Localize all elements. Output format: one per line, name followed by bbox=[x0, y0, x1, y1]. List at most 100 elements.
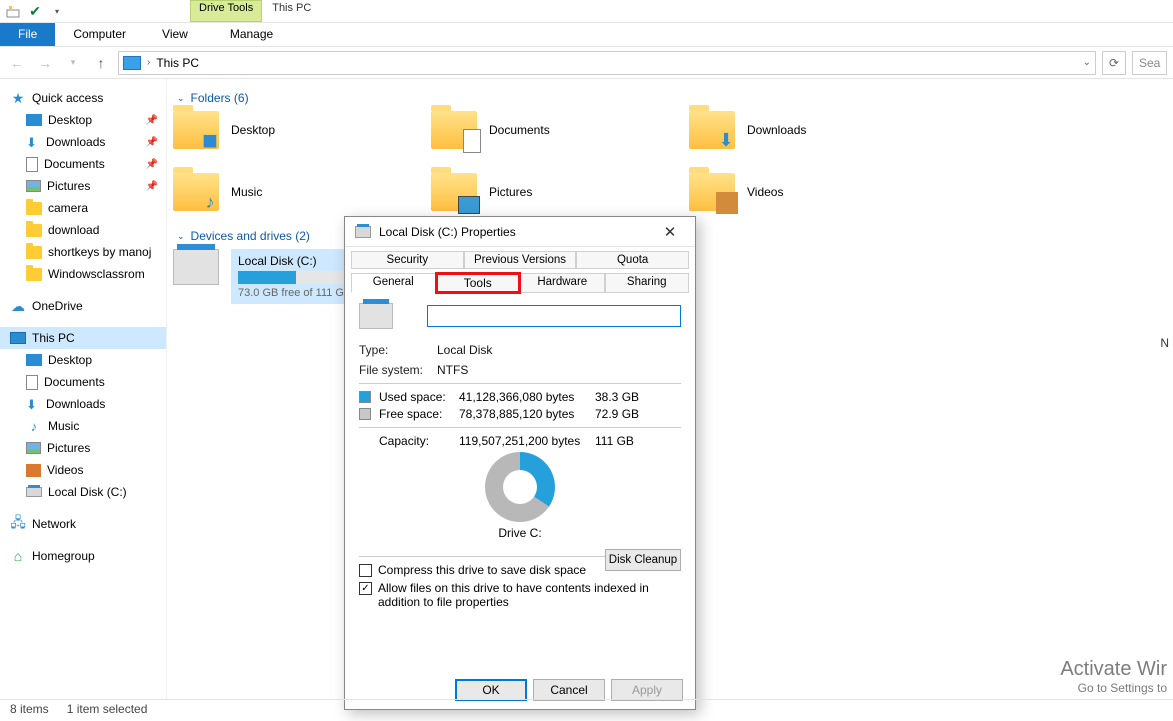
tab-hardware[interactable]: Hardware bbox=[520, 273, 605, 293]
sidebar-download-folder[interactable]: download bbox=[0, 219, 166, 241]
tab-computer[interactable]: Computer bbox=[55, 23, 144, 46]
forward-button[interactable]: → bbox=[34, 52, 56, 74]
qat-properties-icon[interactable] bbox=[4, 2, 22, 20]
ok-button[interactable]: OK bbox=[455, 679, 527, 701]
value-filesystem: NTFS bbox=[437, 363, 468, 377]
folder-icon: ♪ bbox=[173, 173, 219, 211]
sidebar-label: Windowsclassrom bbox=[48, 267, 145, 281]
tab-file[interactable]: File bbox=[0, 23, 55, 46]
back-button[interactable]: ← bbox=[6, 52, 28, 74]
folder-music[interactable]: ♪Music bbox=[173, 173, 431, 211]
folder-icon bbox=[689, 173, 735, 211]
chevron-down-icon[interactable]: ⌄ bbox=[1083, 57, 1091, 68]
gb-value: 38.3 GB bbox=[595, 390, 655, 404]
address-segment[interactable]: This PC bbox=[156, 56, 199, 70]
sidebar-label: camera bbox=[48, 201, 88, 215]
sidebar-network[interactable]: 🖧Network bbox=[0, 513, 166, 535]
sidebar-shortkeys[interactable]: shortkeys by manoj bbox=[0, 241, 166, 263]
contextual-tab-drive-tools[interactable]: Drive Tools bbox=[190, 0, 262, 22]
divider bbox=[359, 383, 681, 384]
sidebar-pc-music[interactable]: ♪Music bbox=[0, 415, 166, 437]
label: Used space: bbox=[379, 390, 446, 404]
disk-cleanup-button[interactable]: Disk Cleanup bbox=[605, 549, 681, 571]
dialog-tabs-row1: Security Previous Versions Quota bbox=[351, 251, 689, 269]
sidebar-pc-downloads[interactable]: Downloads bbox=[0, 393, 166, 415]
sidebar-homegroup[interactable]: ⌂Homegroup bbox=[0, 545, 166, 567]
folder-videos[interactable]: Videos bbox=[689, 173, 947, 211]
sidebar-label: Pictures bbox=[47, 179, 90, 193]
sidebar-pc-local-disk[interactable]: Local Disk (C:) bbox=[0, 481, 166, 503]
sidebar-pictures[interactable]: Pictures 📌 bbox=[0, 175, 166, 197]
search-input[interactable]: Sea bbox=[1132, 51, 1167, 75]
group-header-folders[interactable]: ⌄Folders (6) bbox=[167, 87, 1173, 111]
folder-icon: ⬇ bbox=[689, 111, 735, 149]
capacity-row: Capacity:119,507,251,200 bytes111 GB bbox=[359, 434, 681, 448]
used-legend-icon bbox=[359, 391, 371, 403]
close-button[interactable]: ✕ bbox=[655, 221, 685, 243]
checkbox-icon[interactable] bbox=[359, 564, 372, 577]
folder-icon: ■ bbox=[173, 111, 219, 149]
tab-previous-versions[interactable]: Previous Versions bbox=[464, 251, 577, 269]
apply-button[interactable]: Apply bbox=[611, 679, 683, 701]
qat-rename-icon[interactable]: ✔ bbox=[26, 2, 44, 20]
tab-quota[interactable]: Quota bbox=[576, 251, 689, 269]
label: Capacity: bbox=[359, 434, 459, 448]
cancel-button[interactable]: Cancel bbox=[533, 679, 605, 701]
gb-value: 72.9 GB bbox=[595, 407, 655, 421]
pin-icon: 📌 bbox=[146, 137, 158, 148]
tab-general[interactable]: General bbox=[351, 273, 436, 293]
sidebar-this-pc[interactable]: This PC bbox=[0, 327, 166, 349]
folder-desktop[interactable]: ■ Desktop bbox=[173, 111, 431, 149]
drive-icon bbox=[173, 249, 219, 285]
folder-pictures[interactable]: Pictures bbox=[431, 173, 689, 211]
dialog-title: Local Disk (C:) Properties bbox=[379, 225, 516, 239]
pin-icon: 📌 bbox=[146, 181, 158, 192]
label-type: Type: bbox=[359, 343, 437, 357]
sidebar-pc-videos[interactable]: Videos bbox=[0, 459, 166, 481]
qat-dropdown-icon[interactable]: ▾ bbox=[48, 2, 66, 20]
refresh-button[interactable]: ⟳ bbox=[1102, 51, 1126, 75]
folder-documents[interactable]: Documents bbox=[431, 111, 689, 149]
sidebar-desktop[interactable]: Desktop 📌 bbox=[0, 109, 166, 131]
sidebar-label: Videos bbox=[47, 463, 83, 477]
up-button[interactable]: ↑ bbox=[90, 52, 112, 74]
dialog-titlebar[interactable]: Local Disk (C:) Properties ✕ bbox=[345, 217, 695, 247]
sidebar-pc-documents[interactable]: Documents bbox=[0, 371, 166, 393]
sidebar-camera[interactable]: camera bbox=[0, 197, 166, 219]
folder-label: Videos bbox=[747, 185, 783, 199]
picture-icon bbox=[26, 180, 41, 192]
sidebar-pc-pictures[interactable]: Pictures bbox=[0, 437, 166, 459]
status-bar: 8 items 1 item selected bbox=[0, 699, 1173, 721]
watermark-title: Activate Wir bbox=[1060, 658, 1167, 681]
network-icon: 🖧 bbox=[10, 516, 26, 532]
tab-sharing[interactable]: Sharing bbox=[605, 273, 690, 293]
sidebar-pc-desktop[interactable]: Desktop bbox=[0, 349, 166, 371]
tab-view[interactable]: View bbox=[144, 23, 206, 46]
status-items: 8 items bbox=[10, 702, 49, 719]
sidebar-quick-access[interactable]: ★Quick access bbox=[0, 87, 166, 109]
sidebar-documents[interactable]: Documents📌 bbox=[0, 153, 166, 175]
pin-icon: 📌 bbox=[146, 115, 158, 126]
sidebar-onedrive[interactable]: ☁OneDrive bbox=[0, 295, 166, 317]
sidebar-label: OneDrive bbox=[32, 299, 83, 313]
sidebar-label: Desktop bbox=[48, 113, 92, 127]
group-label: Devices and drives (2) bbox=[191, 229, 310, 243]
sidebar-windowsclassroom[interactable]: Windowsclassrom bbox=[0, 263, 166, 285]
tab-manage[interactable]: Manage bbox=[212, 23, 291, 46]
folder-downloads[interactable]: ⬇Downloads bbox=[689, 111, 947, 149]
recent-locations-icon[interactable]: ▾ bbox=[62, 52, 84, 74]
checkbox-icon[interactable]: ✓ bbox=[359, 582, 372, 595]
tab-tools[interactable]: Tools bbox=[436, 273, 521, 293]
sidebar-downloads[interactable]: Downloads📌 bbox=[0, 131, 166, 153]
value-type: Local Disk bbox=[437, 343, 492, 357]
folder-icon bbox=[26, 224, 42, 237]
drive-label-input[interactable] bbox=[427, 305, 681, 327]
folder-label: Desktop bbox=[231, 123, 275, 137]
chevron-right-icon[interactable]: › bbox=[147, 57, 150, 68]
folder-icon bbox=[26, 202, 42, 215]
index-checkbox-row[interactable]: ✓Allow files on this drive to have conte… bbox=[359, 581, 681, 609]
chevron-down-icon: ⌄ bbox=[177, 231, 185, 242]
address-bar[interactable]: › This PC ⌄ bbox=[118, 51, 1096, 75]
sidebar-label: Homegroup bbox=[32, 549, 95, 563]
tab-security[interactable]: Security bbox=[351, 251, 464, 269]
